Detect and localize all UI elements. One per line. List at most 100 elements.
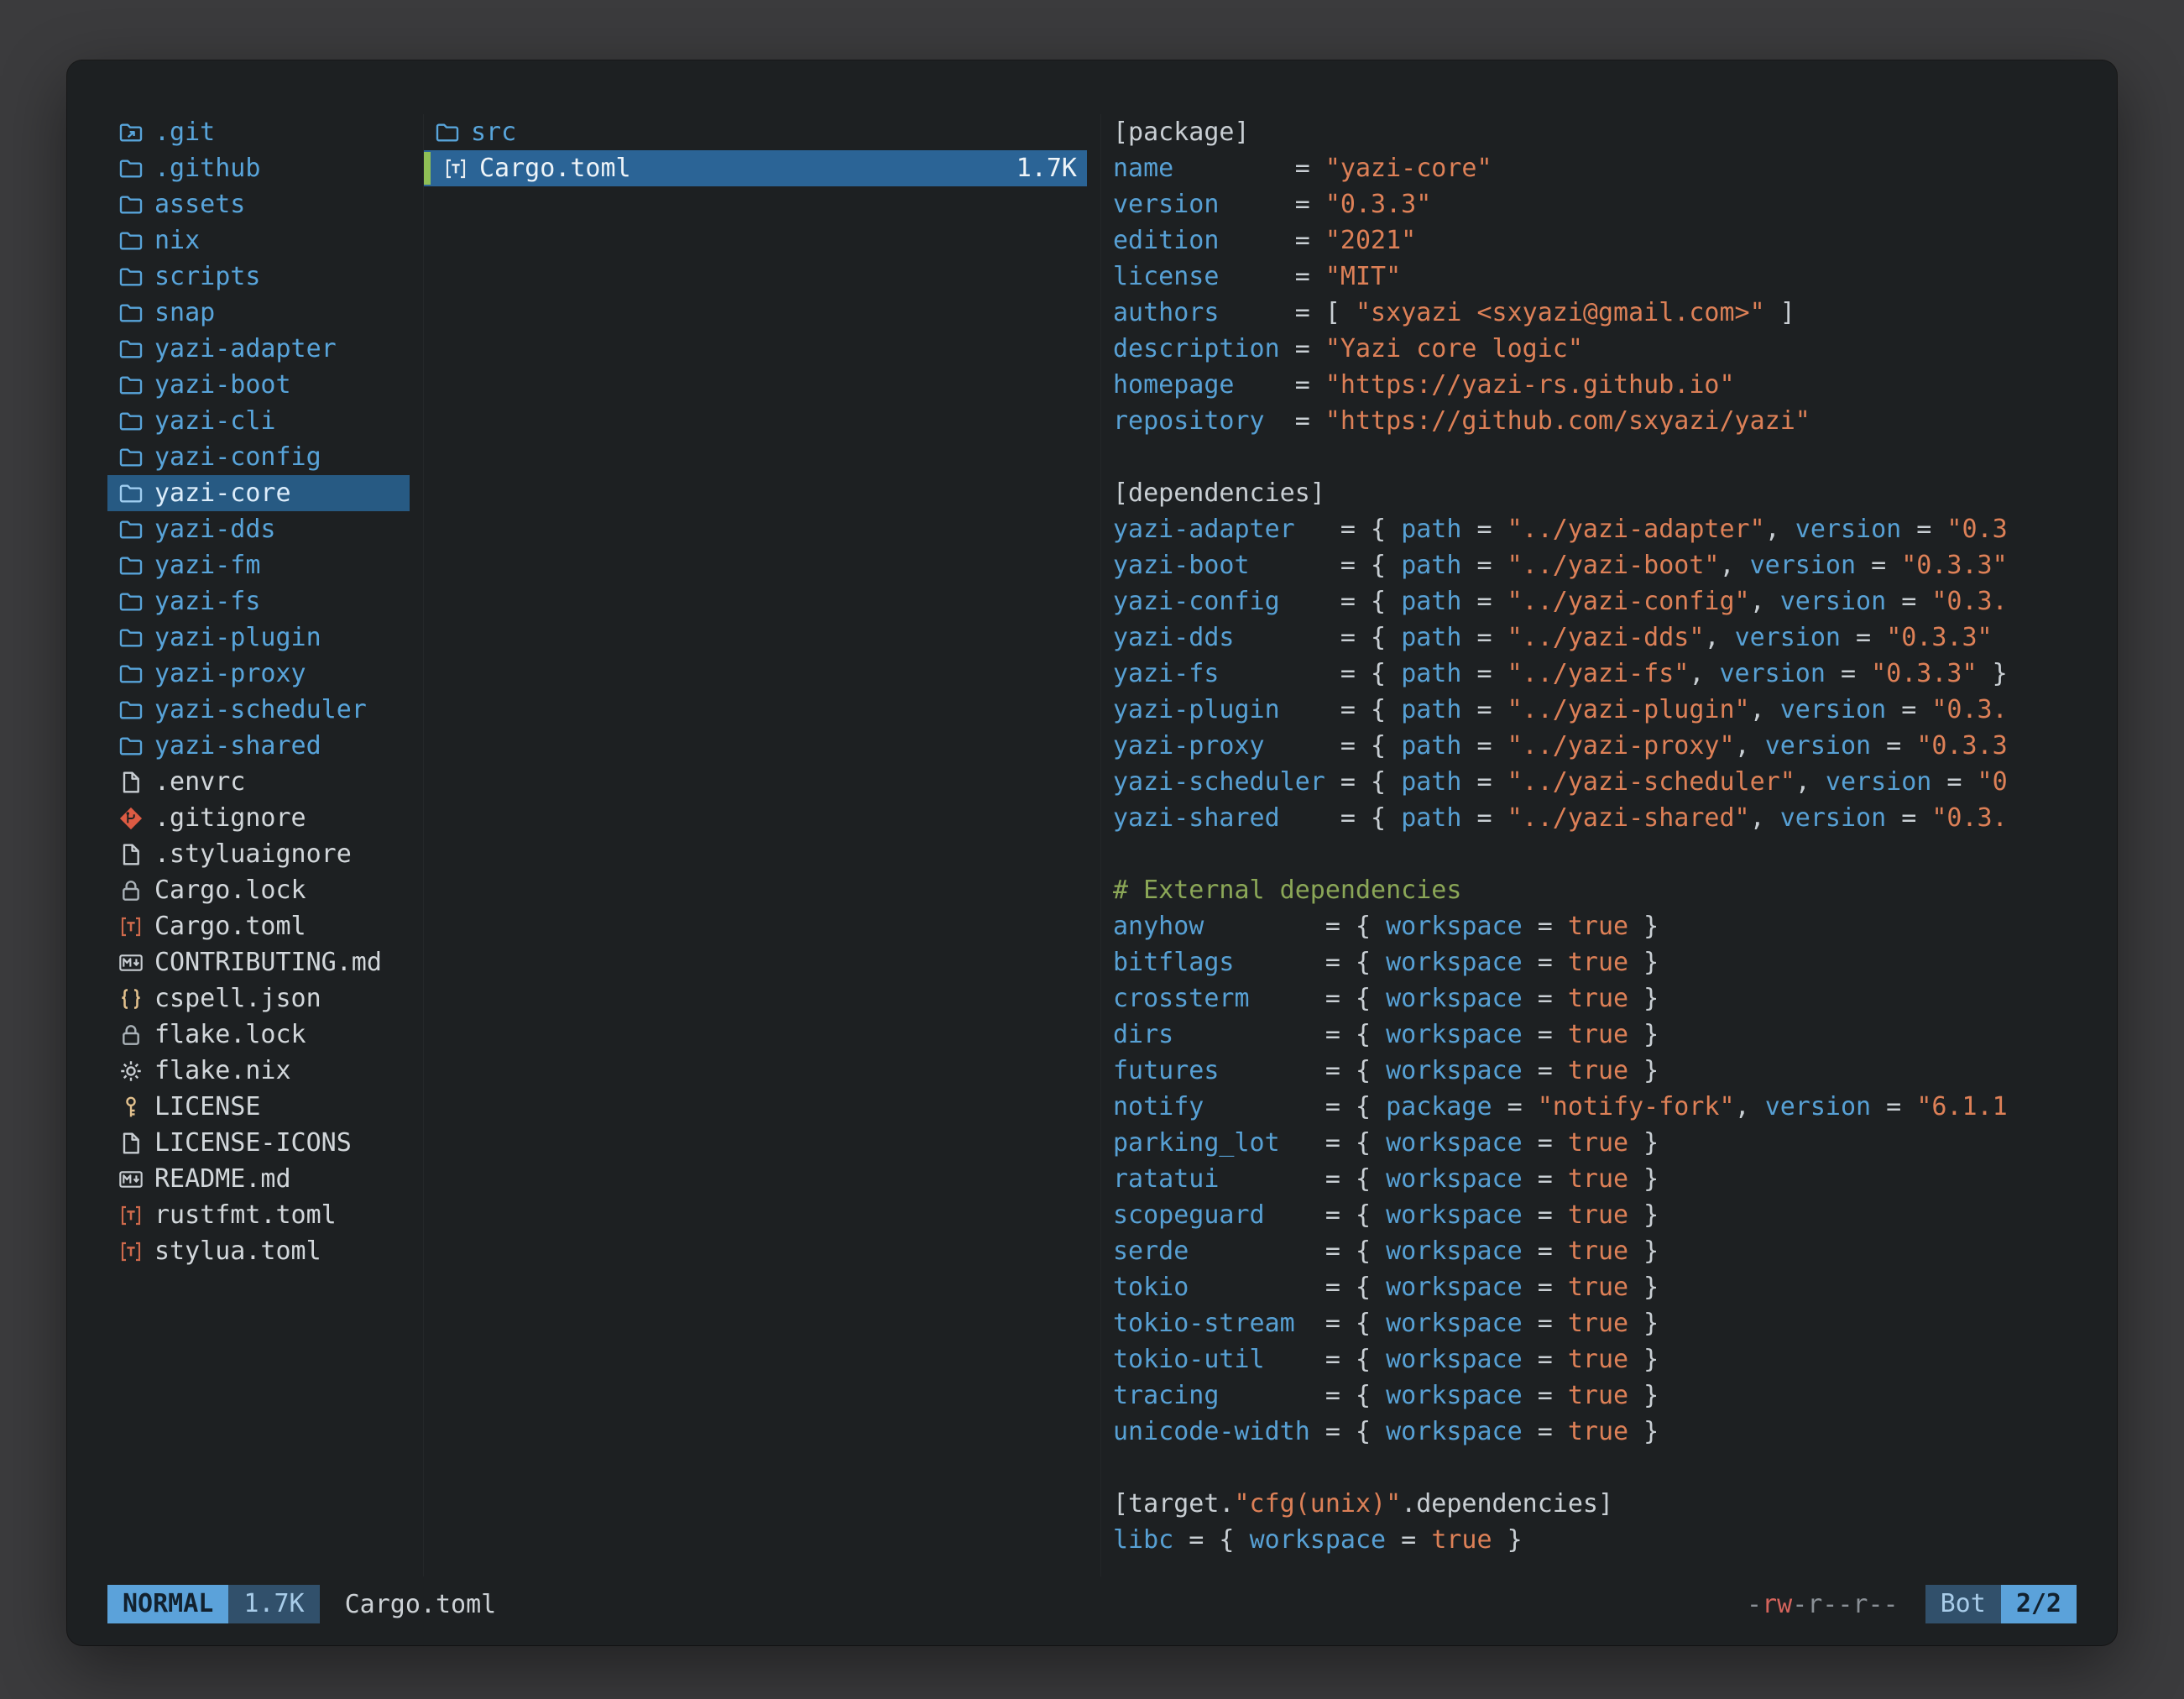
preview-line: parking_lot = { workspace = true } — [1113, 1125, 2077, 1161]
preview-token: = — [1886, 695, 1931, 724]
preview-token: "yazi-core" — [1325, 154, 1492, 183]
preview-token: = { — [1204, 1092, 1386, 1121]
preview-token: [package] — [1113, 118, 1250, 147]
parent-file-item[interactable]: yazi-fm — [107, 547, 410, 583]
preview-token: = { — [1250, 551, 1402, 580]
permission-token: -r--r-- — [1792, 1590, 1898, 1619]
parent-file-item[interactable]: rustfmt.toml — [107, 1197, 410, 1233]
parent-file-item[interactable]: stylua.toml — [107, 1233, 410, 1269]
parent-file-item[interactable]: cspell.json — [107, 980, 410, 1017]
preview-token: true — [1568, 1200, 1628, 1230]
preview-token: "../yazi-shared" — [1507, 803, 1750, 833]
parent-file-item[interactable]: LICENSE — [107, 1089, 410, 1125]
preview-token: } — [1628, 1020, 1659, 1049]
parent-file-item[interactable]: Cargo.toml — [107, 908, 410, 944]
preview-line: bitflags = { workspace = true } — [1113, 944, 2077, 980]
preview-token: version — [1780, 587, 1886, 616]
preview-line — [1113, 836, 2077, 872]
parent-file-item[interactable]: assets — [107, 186, 410, 222]
preview-token: = [ — [1219, 298, 1356, 327]
parent-file-item[interactable]: scripts — [107, 259, 410, 295]
preview-token: parking_lot — [1113, 1128, 1280, 1158]
preview-token: serde — [1113, 1236, 1189, 1266]
parent-file-item[interactable]: .git — [107, 114, 410, 150]
preview-token: workspace — [1386, 1200, 1523, 1230]
parent-file-item[interactable]: .envrc — [107, 764, 410, 800]
permission-token: - — [1747, 1590, 1762, 1619]
preview-token: anyhow — [1113, 912, 1204, 941]
preview-line: libc = { workspace = true } — [1113, 1522, 2077, 1558]
file-icon — [118, 769, 144, 796]
preview-token: "MIT" — [1325, 262, 1401, 291]
item-label: yazi-core — [154, 478, 291, 508]
item-label: yazi-config — [154, 442, 321, 472]
parent-file-item[interactable]: yazi-cli — [107, 403, 410, 439]
preview-token: } — [1628, 1345, 1659, 1374]
parent-file-item[interactable]: yazi-config — [107, 439, 410, 475]
parent-file-item[interactable]: Cargo.lock — [107, 872, 410, 908]
parent-file-item[interactable]: yazi-dds — [107, 511, 410, 547]
folder-icon — [118, 264, 144, 290]
parent-file-item[interactable]: flake.nix — [107, 1053, 410, 1089]
git-folder-icon — [118, 119, 144, 146]
parent-file-item[interactable]: yazi-boot — [107, 367, 410, 403]
preview-token: , — [1689, 659, 1719, 688]
preview-token: path — [1401, 623, 1461, 652]
parent-file-item[interactable]: .gitignore — [107, 800, 410, 836]
parent-file-item[interactable]: CONTRIBUTING.md — [107, 944, 410, 980]
preview-token: = — [1523, 1056, 1568, 1085]
current-pane: srcCargo.toml1.7K — [423, 114, 1087, 1576]
preview-token: workspace — [1386, 1309, 1523, 1338]
preview-token: = — [1461, 731, 1507, 761]
parent-file-item[interactable]: yazi-proxy — [107, 656, 410, 692]
preview-line: yazi-shared = { path = "../yazi-shared",… — [1113, 800, 2077, 836]
preview-token: = — [1826, 659, 1871, 688]
parent-file-item[interactable]: LICENSE-ICONS — [107, 1125, 410, 1161]
parent-file-item[interactable]: snap — [107, 295, 410, 331]
item-label: nix — [154, 226, 200, 255]
item-label: .github — [154, 154, 260, 183]
parent-file-item[interactable]: yazi-core — [107, 475, 410, 511]
preview-token: } — [1628, 1381, 1659, 1410]
preview-token: = — [1871, 1092, 1916, 1121]
preview-token: "../yazi-boot" — [1507, 551, 1720, 580]
parent-file-item[interactable]: .styluaignore — [107, 836, 410, 872]
preview-line: ratatui = { workspace = true } — [1113, 1161, 2077, 1197]
preview-token: tracing — [1113, 1381, 1219, 1410]
folder-icon — [118, 227, 144, 254]
markdown-icon — [118, 949, 144, 976]
preview-line: [dependencies] — [1113, 475, 2077, 511]
preview-line: yazi-fs = { path = "../yazi-fs", version… — [1113, 656, 2077, 692]
preview-line: yazi-boot = { path = "../yazi-boot", ver… — [1113, 547, 2077, 583]
item-label: Cargo.toml — [154, 912, 306, 941]
parent-file-item[interactable]: README.md — [107, 1161, 410, 1197]
preview-line: yazi-proxy = { path = "../yazi-proxy", v… — [1113, 728, 2077, 764]
preview-token: = — [1523, 1020, 1568, 1049]
parent-pane: .git .github assets nix scriptssnapyazi-adap… — [107, 114, 410, 1576]
parent-file-item[interactable]: .github — [107, 150, 410, 186]
parent-file-item[interactable]: yazi-fs — [107, 583, 410, 619]
preview-line: edition = "2021" — [1113, 222, 2077, 259]
preview-token: version — [1795, 515, 1901, 544]
preview-token: tokio — [1113, 1273, 1189, 1302]
parent-file-item[interactable]: yazi-shared — [107, 728, 410, 764]
current-file-item[interactable]: src — [424, 114, 1087, 150]
parent-file-item[interactable]: nix — [107, 222, 410, 259]
parent-file-item[interactable]: flake.lock — [107, 1017, 410, 1053]
preview-token: = — [1461, 587, 1507, 616]
preview-token: bitflags — [1113, 948, 1235, 977]
preview-token: = — [1523, 1128, 1568, 1158]
parent-file-item[interactable]: yazi-adapter — [107, 331, 410, 367]
parent-file-item[interactable]: yazi-scheduler — [107, 692, 410, 728]
preview-token: version — [1780, 695, 1886, 724]
preview-token: = — [1871, 731, 1916, 761]
preview-token: description — [1113, 334, 1280, 363]
preview-token: = — [1219, 262, 1325, 291]
preview-token: true — [1568, 912, 1628, 941]
parent-file-item[interactable]: yazi-plugin — [107, 619, 410, 656]
preview-line: name = "yazi-core" — [1113, 150, 2077, 186]
preview-line: tokio-util = { workspace = true } — [1113, 1341, 2077, 1377]
preview-token: workspace — [1386, 984, 1523, 1013]
current-file-item[interactable]: Cargo.toml1.7K — [424, 150, 1087, 186]
item-label: yazi-shared — [154, 731, 321, 761]
